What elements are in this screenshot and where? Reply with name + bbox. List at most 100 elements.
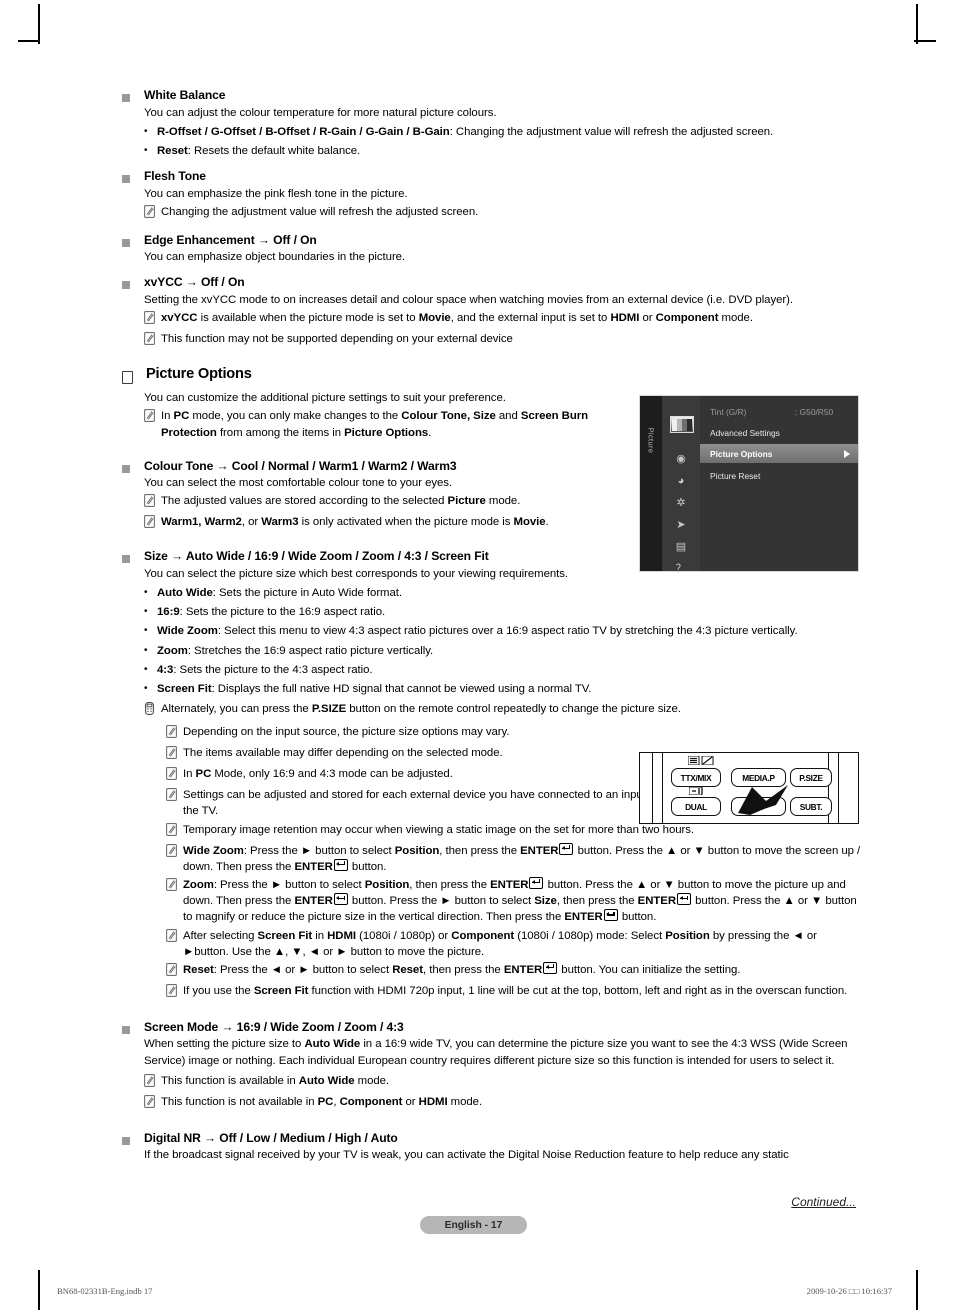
note-text: This function is available in Auto Wide …	[161, 1074, 390, 1087]
note-text: Wide Zoom: Press the ► button to select …	[183, 842, 861, 873]
bullet-dot-icon: •	[144, 125, 148, 137]
note-item: Temporary image retention may occur when…	[166, 822, 862, 841]
application-icon[interactable]: ▤	[670, 539, 692, 556]
note-text: The adjusted values are stored according…	[161, 495, 521, 508]
note-text: In PC Mode, only 16:9 and 4:3 mode can b…	[183, 768, 453, 781]
osd-sidebar-label: Picture	[646, 427, 656, 454]
note-icon	[144, 1073, 161, 1092]
osd-menu-list: Tint (G/R) : G50/R50 Advanced Settings P…	[700, 396, 858, 571]
note-text: Depending on the input source, the pictu…	[183, 726, 510, 739]
pointer-arrow-icon	[736, 779, 792, 820]
note-icon	[166, 822, 183, 841]
remote-edge-right	[838, 753, 840, 823]
support-icon[interactable]: ？	[670, 561, 692, 578]
print-timestamp-label: 2009-10-26 □□ 10:16:37	[806, 1286, 892, 1296]
dual-label: DUAL	[685, 801, 707, 812]
osd-row-label: Advanced Settings	[710, 427, 780, 438]
note-icon	[166, 962, 183, 981]
note-text: Settings can be adjusted and stored for …	[183, 789, 659, 818]
section-heading: xvYCC → Off / On	[144, 275, 245, 290]
section-marker-icon	[122, 1136, 130, 1145]
note-item: Depending on the input source, the pictu…	[166, 724, 862, 743]
input-icon[interactable]: ➤	[670, 517, 692, 534]
dual-button[interactable]: DUAL	[671, 797, 721, 816]
note-icon	[144, 493, 161, 512]
note-item: Settings can be adjusted and stored for …	[166, 787, 671, 819]
note-item: After selecting Screen Fit in HDMI (1080…	[166, 928, 862, 960]
bullet-item: • 16:9: Sets the picture to the 16:9 asp…	[144, 604, 862, 620]
crop-mark-bottom-right	[916, 1270, 918, 1310]
section-heading: Screen Mode → 16:9 / Wide Zoom / Zoom / …	[144, 1019, 404, 1034]
bullet-text: R-Offset / G-Offset / B-Offset / R-Gain …	[157, 125, 774, 138]
bullet-text: 4:3: Sets the picture to the 4:3 aspect …	[157, 663, 373, 676]
bullet-text: Auto Wide: Sets the picture in Auto Wide…	[157, 587, 403, 600]
section-body: If the broadcast signal received by your…	[144, 1149, 789, 1162]
note-item: Zoom: Press the ► button to select Posit…	[166, 876, 862, 926]
bullet-text: Reset: Resets the default white balance.	[157, 144, 361, 157]
crop-mark-top-right	[916, 4, 918, 44]
section-heading: Picture Options	[146, 366, 252, 383]
note-text: Reset: Press the ◄ or ► button to select…	[183, 961, 741, 976]
bullet-item: • Reset: Resets the default white balanc…	[144, 143, 862, 159]
note-item: In PC mode, you can only make changes to…	[144, 408, 644, 440]
sound-icon[interactable]: ◉	[670, 451, 692, 468]
teletext-indicator-icon	[687, 755, 714, 767]
osd-row-label: Picture Options	[710, 448, 773, 459]
osd-sidebar: Picture	[640, 396, 662, 571]
osd-row-tint[interactable]: Tint (G/R) : G50/R50	[700, 402, 858, 421]
note-icon	[144, 408, 161, 440]
section-marker-icon	[122, 371, 133, 385]
bullet-item: • Screen Fit: Displays the full native H…	[144, 681, 862, 697]
section-heading: Edge Enhancement → Off / On	[144, 232, 317, 247]
note-icon	[166, 843, 183, 875]
note-text: Alternately, you can press the P.SIZE bu…	[161, 703, 681, 716]
setup-icon[interactable]: ✲	[670, 495, 692, 512]
bullet-dot-icon: •	[144, 683, 148, 694]
note-icon	[166, 787, 183, 819]
section-white-balance: White Balance You can adjust the colour …	[122, 88, 862, 159]
bullet-dot-icon: •	[144, 606, 148, 618]
bullet-item: • Auto Wide: Sets the picture in Auto Wi…	[144, 585, 862, 601]
section-heading: White Balance	[144, 88, 226, 102]
note-icon	[166, 745, 183, 764]
p-size-button[interactable]: P.SIZE	[790, 768, 832, 787]
note-icon	[144, 310, 161, 329]
bullet-dot-icon: •	[144, 144, 148, 156]
bullet-text: Zoom: Stretches the 16:9 aspect ratio pi…	[157, 644, 434, 657]
remote-control-figure: TTX/MIX MEDIA.P P.SIZE DUAL AD SUBT.	[639, 752, 859, 824]
note-icon	[166, 724, 183, 743]
remote-edge-left	[652, 753, 654, 823]
continued-label: Continued...	[791, 1195, 856, 1209]
picture-icon[interactable]	[670, 416, 694, 433]
subt-button[interactable]: SUBT.	[790, 797, 832, 816]
section-body: You can emphasize object boundaries in t…	[144, 251, 406, 264]
chevron-right-icon	[844, 450, 850, 458]
crop-mark-top-left	[38, 4, 40, 44]
section-marker-icon	[122, 555, 130, 564]
ttx-mix-label: TTX/MIX	[680, 772, 712, 783]
remote-note-icon	[144, 701, 161, 720]
note-text: xvYCC is available when the picture mode…	[161, 312, 753, 325]
note-icon	[144, 514, 161, 533]
channel-icon[interactable]: ◕	[670, 473, 692, 490]
osd-row-picture-options[interactable]: Picture Options	[700, 444, 858, 463]
bullet-dot-icon: •	[144, 663, 148, 675]
section-heading: Size → Auto Wide / 16:9 / Wide Zoom / Zo…	[144, 549, 489, 564]
note-item: Reset: Press the ◄ or ► button to select…	[166, 961, 862, 981]
manual-page: White Balance You can adjust the colour …	[0, 0, 954, 1315]
bullet-text: 16:9: Sets the picture to the 16:9 aspec…	[157, 606, 386, 619]
osd-row-label: Tint (G/R)	[710, 406, 747, 417]
subt-label: SUBT.	[799, 801, 823, 812]
osd-row-picture-reset[interactable]: Picture Reset	[700, 466, 858, 485]
section-heading: Digital NR → Off / Low / Medium / High /…	[144, 1130, 398, 1145]
ttx-mix-button[interactable]: TTX/MIX	[671, 768, 721, 787]
osd-row-label: Picture Reset	[710, 470, 761, 481]
bullet-item: • 4:3: Sets the picture to the 4:3 aspec…	[144, 662, 862, 678]
section-marker-icon	[122, 464, 130, 473]
section-heading: Flesh Tone	[144, 169, 206, 184]
note-item-remote: Alternately, you can press the P.SIZE bu…	[144, 701, 862, 720]
osd-row-advanced-settings[interactable]: Advanced Settings	[700, 423, 858, 442]
osd-menu-figure: Picture ◉ ◕ ✲ ➤ ▤ ？ Tint (G/R) : G50/R50…	[639, 395, 859, 575]
section-body: When setting the picture size to Auto Wi…	[144, 1038, 848, 1067]
section-body: You can emphasize the pink flesh tone in…	[144, 187, 408, 200]
